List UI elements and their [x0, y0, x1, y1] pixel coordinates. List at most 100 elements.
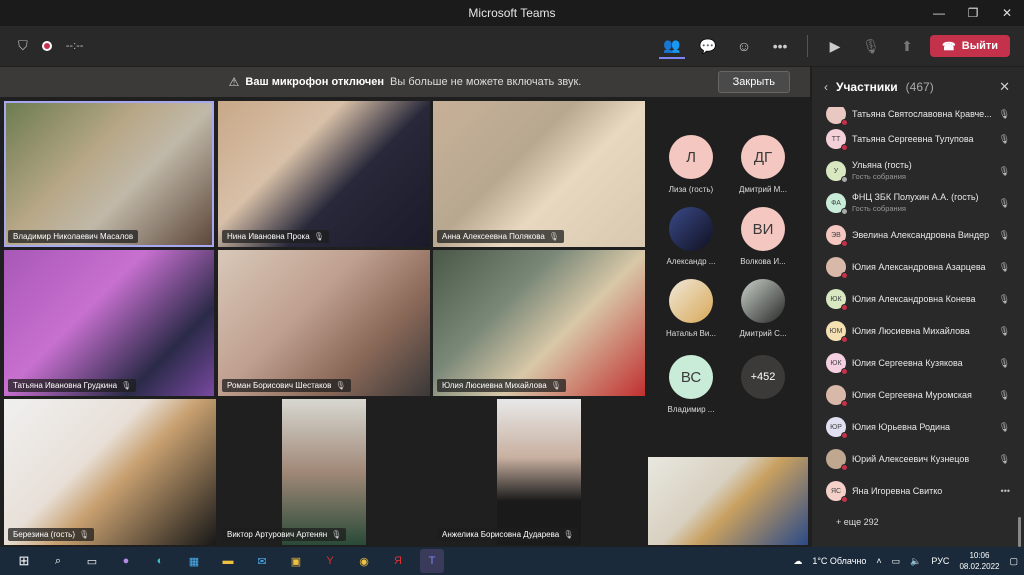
banner-close-button[interactable]: Закрыть: [717, 71, 790, 93]
participants-icon[interactable]: 👥: [659, 33, 686, 59]
overflow-count: +452: [741, 355, 785, 399]
avatar: ДГ: [741, 135, 785, 179]
panel-scrollbar[interactable]: [1018, 517, 1021, 547]
store-icon[interactable]: ▦: [182, 549, 206, 573]
self-view-tile[interactable]: [648, 457, 808, 545]
participant-avatar[interactable]: ВС Владимир ...: [656, 355, 726, 414]
tile-name-label: Анжелика Борисовна Дударева 🎙: [437, 528, 579, 541]
share-screen-icon[interactable]: ⬆: [894, 33, 920, 59]
video-tile[interactable]: Березина (гость) 🎙: [4, 399, 216, 545]
language-indicator[interactable]: РУС: [931, 556, 949, 566]
participant-row[interactable]: Татьяна Святославовна Кравче... 🎙: [812, 107, 1024, 126]
participant-avatar[interactable]: Александр ...: [656, 207, 726, 266]
volume-icon[interactable]: 🔈: [910, 556, 921, 567]
participant-name: Юрий Алексеевич Кузнецов: [852, 453, 970, 464]
leave-button[interactable]: ☎ Выйти: [930, 35, 1010, 57]
more-participants-avatar[interactable]: +452: [728, 355, 798, 399]
participant-row[interactable]: Юлия Сергеевна Муромская 🎙: [812, 379, 1024, 411]
participant-avatar-photo: [826, 449, 848, 471]
video-tile[interactable]: Виктор Артурович Артенян 🎙: [218, 399, 430, 545]
leave-label: Выйти: [961, 40, 998, 52]
participant-avatar-photo: [826, 257, 848, 279]
avatar-label: Дмитрий М...: [739, 185, 787, 194]
back-chevron-icon[interactable]: ‹: [824, 80, 828, 94]
folder-icon[interactable]: ▣: [284, 549, 308, 573]
participant-role: Гость собрания: [852, 172, 906, 181]
video-tile[interactable]: Татьяна Ивановна Грудкина 🎙: [4, 250, 214, 396]
start-icon[interactable]: ⊞: [12, 549, 36, 573]
avatar-photo: [669, 279, 713, 323]
mic-disabled-banner: ⚠ Ваш микрофон отключен Вы больше не мож…: [0, 67, 810, 97]
participant-row[interactable]: ЭВ Эвелина Александровна Виндер 🎙: [812, 219, 1024, 251]
clock[interactable]: 10:06 08.02.2022: [959, 550, 999, 572]
tile-name-label: Владимир Николаевич Масалов: [8, 230, 139, 243]
warning-icon: ⚠: [228, 75, 240, 89]
cortana-icon[interactable]: ●: [114, 549, 138, 573]
maximize-icon[interactable]: ❐: [956, 0, 990, 26]
yandex-icon[interactable]: Я: [386, 549, 410, 573]
more-actions-icon[interactable]: •••: [767, 33, 793, 59]
participant-row[interactable]: У Ульяна (гость) Гость собрания 🎙: [812, 155, 1024, 187]
mic-off-icon: 🎙: [335, 381, 346, 390]
participant-row[interactable]: Юлия Александровна Азарцева 🎙: [812, 251, 1024, 283]
mic-off-icon: 🎙: [998, 293, 1010, 304]
mic-off-icon: 🎙: [998, 325, 1010, 336]
banner-text: Вы больше не можете включать звук.: [390, 76, 582, 88]
show-more-link[interactable]: + еще 292: [812, 507, 1024, 537]
participant-row[interactable]: ТТ Татьяна Сергеевна Тулупова 🎙: [812, 123, 1024, 155]
video-tile[interactable]: Анна Алексеевна Полякова 🎙: [433, 101, 645, 247]
video-tile[interactable]: Нина Ивановна Прока 🎙: [218, 101, 430, 247]
camera-icon[interactable]: ▶: [822, 33, 848, 59]
mail-icon[interactable]: ✉: [250, 549, 274, 573]
notifications-icon[interactable]: ▢: [1009, 556, 1018, 567]
mic-off-icon: 🎙: [548, 232, 559, 241]
participants-panel: ‹ Участники (467) ✕ Татьяна Святославовн…: [812, 67, 1024, 547]
weather-text[interactable]: 1°C Облачно: [812, 556, 866, 566]
participant-row[interactable]: ФА ФНЦ ЗБК Полухин А.А. (гость) Гость соб…: [812, 187, 1024, 219]
yandex-browser-icon[interactable]: Y: [318, 549, 342, 573]
title-bar: Microsoft Teams — ❐ ✕: [0, 0, 1024, 26]
task-view-icon[interactable]: ▭: [80, 549, 104, 573]
mic-off-icon: 🎙: [121, 381, 132, 390]
mic-icon[interactable]: 🎙: [858, 33, 884, 59]
tray-chevron-icon[interactable]: ˄: [876, 556, 881, 566]
tile-name-label: Анна Алексеевна Полякова 🎙: [437, 230, 564, 243]
participant-row[interactable]: Юрий Алексеевич Кузнецов 🎙: [812, 443, 1024, 475]
avatar-label: Владимир ...: [667, 405, 715, 414]
video-tile[interactable]: Юлия Люсиевна Михайлова 🎙: [433, 250, 645, 396]
participant-avatar[interactable]: Наталья Ви...: [656, 279, 726, 338]
participant-row[interactable]: ЯС Яна Игоревна Свитко •••: [812, 475, 1024, 507]
tile-name-label: Роман Борисович Шестаков 🎙: [222, 379, 351, 392]
video-tile[interactable]: Владимир Николаевич Масалов: [4, 101, 214, 247]
video-tile[interactable]: Роман Борисович Шестаков 🎙: [218, 250, 430, 396]
tile-name-label: Нина Ивановна Прока 🎙: [222, 230, 329, 243]
participant-row[interactable]: ЮК Юлия Сергеевна Кузякова 🎙: [812, 347, 1024, 379]
mic-off-icon: 🎙: [998, 357, 1010, 368]
participant-row[interactable]: ЮК Юлия Александровна Конева 🎙: [812, 283, 1024, 315]
mic-off-icon: 🎙: [998, 165, 1010, 176]
minimize-icon[interactable]: —: [922, 0, 956, 26]
participant-avatar[interactable]: Л Лиза (гость): [656, 135, 726, 194]
participant-row[interactable]: ЮР Юлия Юрьевна Родина 🎙: [812, 411, 1024, 443]
avatar-label: Лиза (гость): [668, 185, 714, 194]
explorer-icon[interactable]: ▬: [216, 549, 240, 573]
network-icon[interactable]: ▭: [892, 556, 901, 567]
participant-avatar[interactable]: ВИ Волкова И...: [728, 207, 798, 266]
avatar: ВС: [669, 355, 713, 399]
participant-avatar: ТТ: [826, 129, 848, 151]
participant-count: (467): [905, 80, 934, 94]
edge-icon[interactable]: ◐: [148, 549, 172, 573]
reactions-icon[interactable]: ☺: [731, 33, 757, 59]
video-tile[interactable]: Анжелика Борисовна Дударева 🎙: [433, 399, 645, 545]
chat-icon[interactable]: 💬: [695, 33, 721, 59]
participant-row[interactable]: ЮМ Юлия Люсиевна Михайлова 🎙: [812, 315, 1024, 347]
participant-avatar[interactable]: Дмитрий С...: [728, 279, 798, 338]
more-options-icon[interactable]: •••: [1001, 486, 1010, 496]
yandex-app-icon[interactable]: ◉: [352, 549, 376, 573]
close-window-icon[interactable]: ✕: [990, 0, 1024, 26]
participant-avatar[interactable]: ДГ Дмитрий М...: [728, 135, 798, 194]
teams-icon[interactable]: T: [420, 549, 444, 573]
clock-time: 10:06: [969, 551, 990, 560]
close-panel-icon[interactable]: ✕: [999, 79, 1010, 95]
search-icon[interactable]: ⌕: [46, 549, 70, 573]
